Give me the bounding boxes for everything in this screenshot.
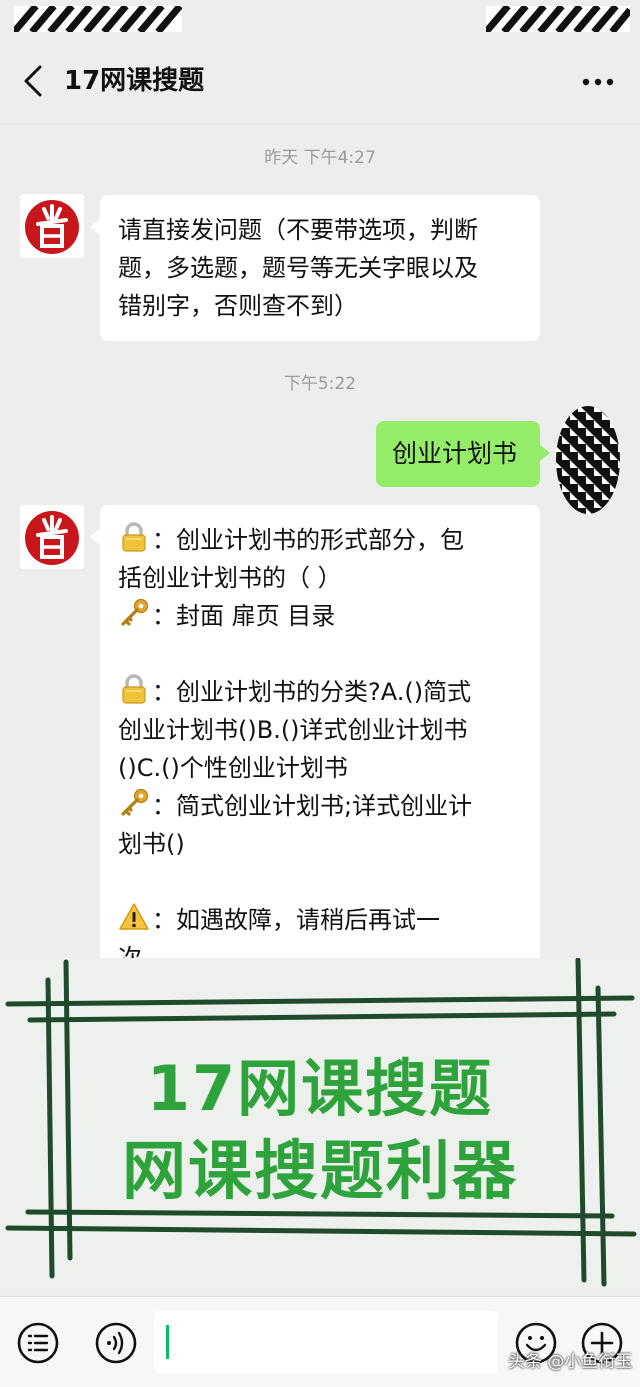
lock-icon	[122, 674, 146, 704]
question-text: ()C.()个性创业计划书	[118, 754, 348, 782]
note-text: ：如遇故障，请稍后再试一	[152, 906, 440, 934]
question-line: ：创业计划书的分类?A.()简式	[118, 673, 522, 711]
bot-avatar[interactable]	[20, 194, 84, 258]
question-text: 括创业计划书的（ ）	[118, 564, 342, 592]
status-bar	[0, 0, 640, 40]
voice-icon[interactable]	[94, 1321, 138, 1365]
chat-title: 17网课搜题	[64, 66, 205, 96]
bot-answer-bubble[interactable]: ：创业计划书的形式部分，包 括创业计划书的（ ） ：封面 扉页 目录 ：创业计划…	[90, 505, 540, 987]
banner-subtitle: 网课搜题利器	[122, 1135, 518, 1209]
message-text: 请直接发问题（不要带选项，判断	[118, 216, 478, 244]
message-input[interactable]	[154, 1311, 498, 1373]
timestamp: 下午5:22	[283, 374, 357, 394]
answer-text: ：简式创业计划书;详式创业计	[152, 792, 473, 820]
answer-line: ：封面 扉页 目录	[118, 597, 522, 635]
key-icon	[121, 788, 149, 816]
user-message-bubble[interactable]: 创业计划书	[376, 421, 550, 487]
back-arrow-icon[interactable]	[18, 64, 48, 98]
message-text: 创业计划书	[392, 439, 518, 468]
houndstooth-avatar-icon	[556, 406, 620, 514]
status-scribble-left	[14, 6, 182, 32]
banner-title: 17网课搜题	[146, 1052, 494, 1125]
question-text: ：创业计划书的形式部分，包	[152, 526, 464, 554]
status-scribble-right	[486, 6, 630, 32]
question-text: ：创业计划书的分类?A.()简式	[152, 678, 472, 706]
message-text: 题，多选题，题号等无关字眼以及	[118, 254, 478, 282]
warning-icon	[119, 903, 149, 930]
more-icon[interactable]	[578, 68, 618, 96]
promo-banner: 17网课搜题 网课搜题利器	[0, 958, 640, 1288]
user-avatar[interactable]	[554, 404, 622, 516]
list-icon[interactable]	[16, 1321, 60, 1365]
bot-message-bubble[interactable]: 请直接发问题（不要带选项，判断 题，多选题，题号等无关字眼以及 错别字，否则查不…	[90, 195, 540, 341]
message-text: 错别字，否则查不到）	[118, 292, 358, 320]
note-line: ：如遇故障，请稍后再试一	[118, 901, 522, 939]
watermark: 头条 @小鱼衔玉	[508, 1352, 633, 1372]
question-text: 创业计划书()B.()详式创业计划书	[118, 716, 468, 744]
key-icon	[121, 598, 149, 626]
answer-line: ：简式创业计划书;详式创业计	[118, 787, 522, 825]
answer-text: ：封面 扉页 目录	[152, 602, 336, 630]
answer-text: 划书()	[118, 830, 185, 858]
timestamp: 昨天 下午4:27	[264, 148, 376, 168]
province-logo-icon	[20, 505, 84, 569]
bot-avatar[interactable]	[20, 505, 84, 569]
province-logo-icon	[20, 194, 84, 258]
question-line: ：创业计划书的形式部分，包	[118, 521, 522, 559]
chat-header: 17网课搜题	[0, 40, 640, 124]
chat-input-bar: 头条 @小鱼衔玉	[0, 1296, 640, 1387]
lock-icon	[122, 522, 146, 552]
text-caret	[166, 1325, 169, 1359]
